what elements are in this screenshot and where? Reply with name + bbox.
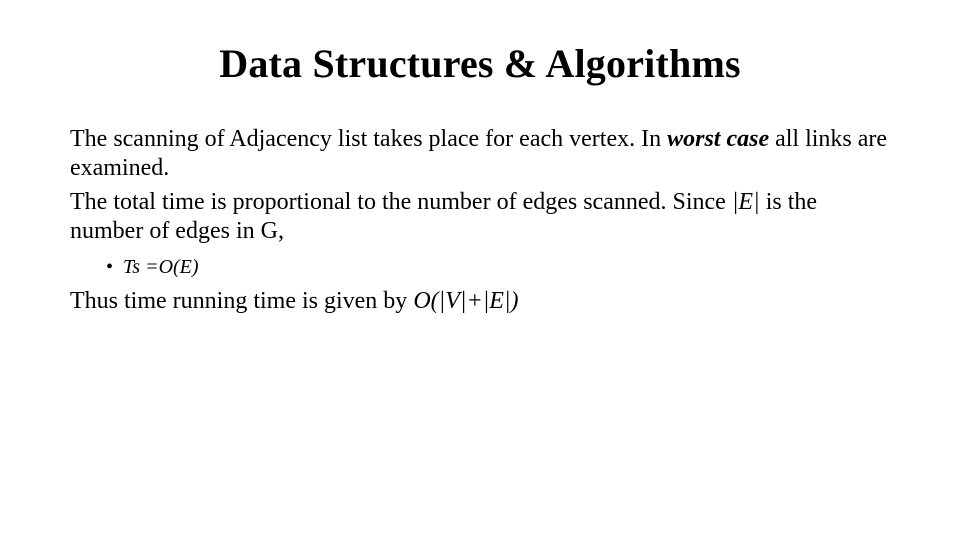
text-bigo-open: O( xyxy=(413,288,438,314)
paragraph-adjacency-scan: The scanning of Adjacency list takes pla… xyxy=(70,125,890,184)
paragraph-total-time: The total time is proportional to the nu… xyxy=(70,188,890,247)
text-segment: The total time is proportional to the nu… xyxy=(70,189,732,215)
text-segment: The scanning of Adjacency list takes pla… xyxy=(70,126,667,152)
text-worst-case: worst case xyxy=(667,126,769,152)
text-bigo-close: ) xyxy=(511,288,519,314)
bullet-dot-icon: • xyxy=(106,256,113,279)
paragraph-running-time: Thus time running time is given by O(|V|… xyxy=(70,287,890,316)
text-segment: Thus time running time is given by xyxy=(70,288,413,314)
bullet-ts-oe: • Ts =O(E) xyxy=(106,256,890,279)
bullet-text: Ts =O(E) xyxy=(123,256,199,279)
page-title: Data Structures & Algorithms xyxy=(70,40,890,87)
text-e-notation: |E| xyxy=(732,189,760,215)
text-v-plus-e: |V|+|E| xyxy=(439,288,511,314)
slide: Data Structures & Algorithms The scannin… xyxy=(0,0,960,540)
